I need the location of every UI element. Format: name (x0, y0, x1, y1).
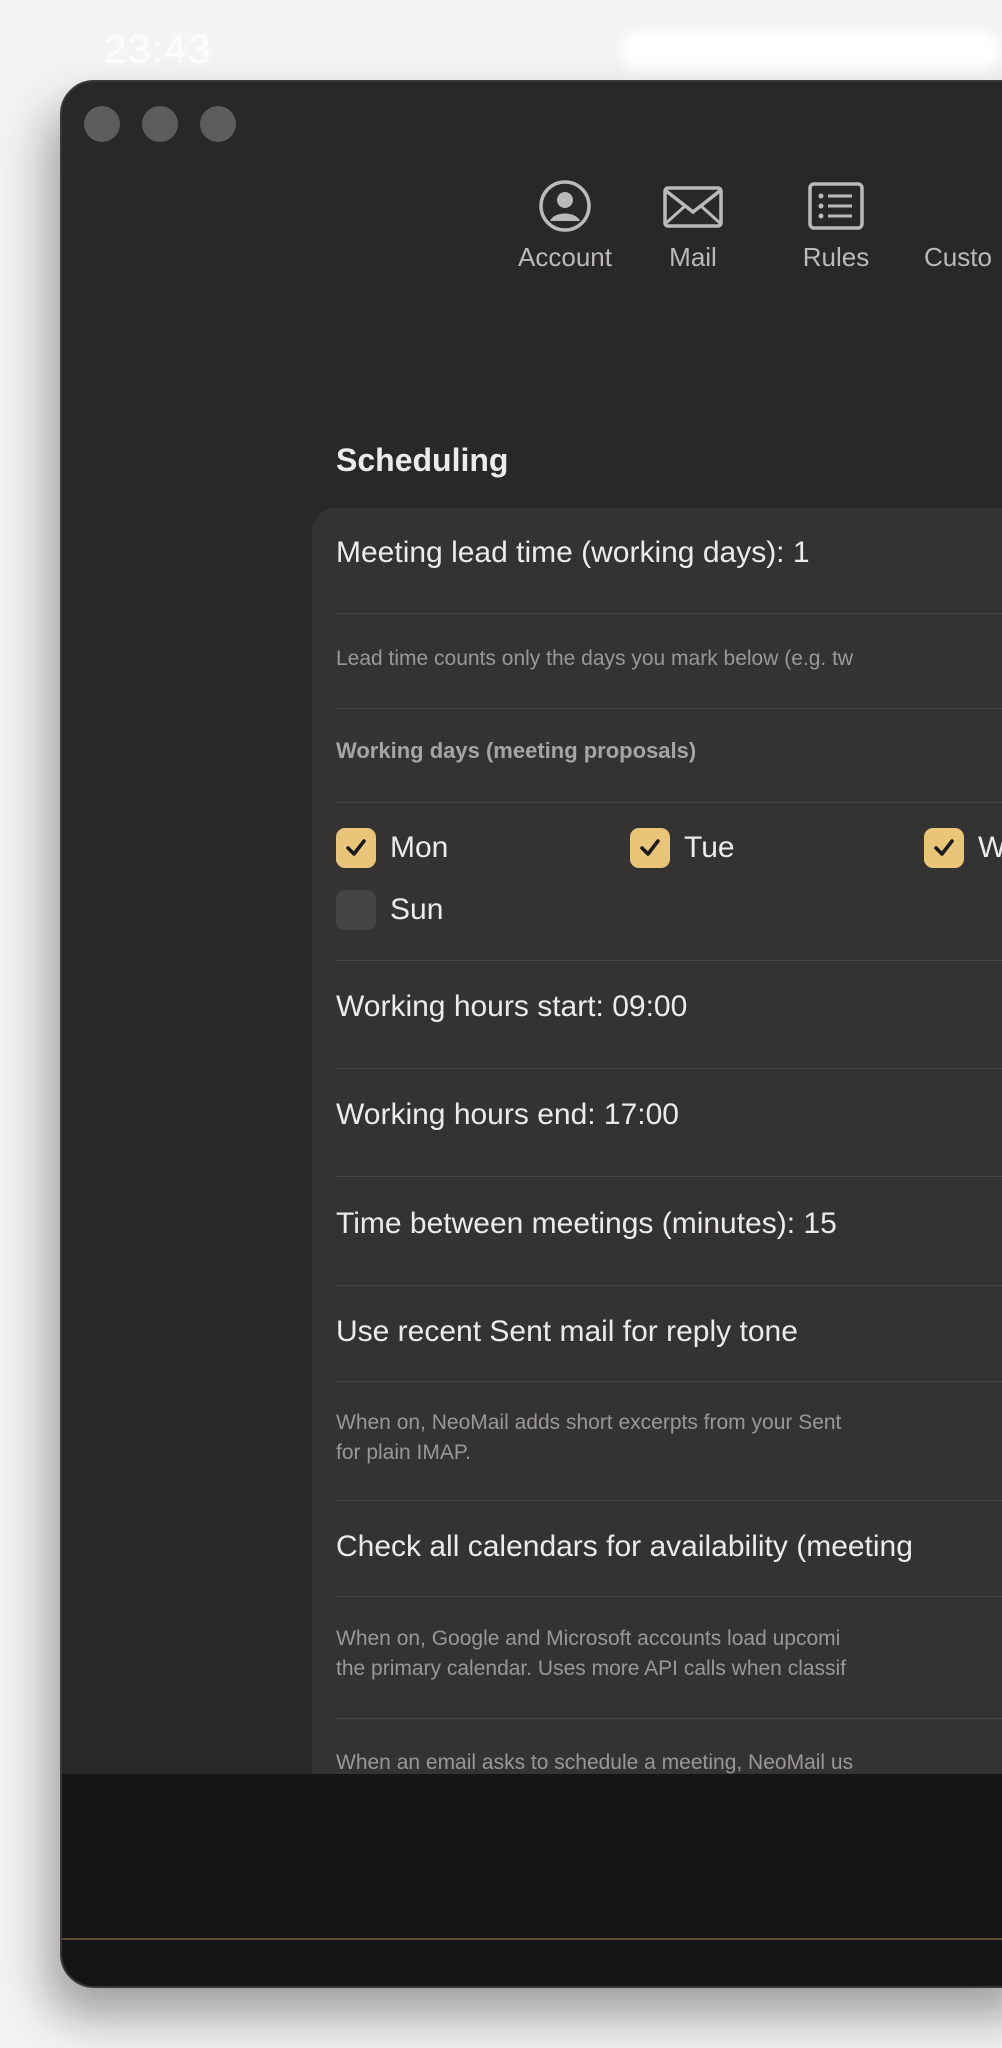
divider (336, 802, 1002, 803)
divider (336, 1176, 1002, 1177)
divider (336, 1500, 1002, 1501)
divider (336, 1596, 1002, 1597)
day-mon[interactable]: Mon (336, 828, 448, 868)
lead-time-setting[interactable]: Meeting lead time (working days): 1 (336, 536, 1002, 570)
checkbox-wed[interactable] (924, 828, 964, 868)
working-days-header: Working days (meeting proposals) (336, 738, 697, 763)
divider (336, 1285, 1002, 1286)
checkbox-sun[interactable] (336, 890, 376, 930)
titlebar: Account Mail Rules Custo (62, 82, 1002, 298)
check-calendars-setting[interactable]: Check all calendars for availability (me… (336, 1530, 1002, 1564)
day-tue[interactable]: Tue (630, 828, 735, 868)
checkmark-icon (346, 839, 366, 856)
sent-mail-note-line: for plain IMAP. (336, 1441, 472, 1464)
person-circle-icon (539, 180, 591, 232)
time-between-setting[interactable]: Time between meetings (minutes): 15 (336, 1207, 1002, 1241)
toolbar-rules[interactable]: Rules (786, 178, 886, 273)
sent-mail-note: When on, NeoMail adds short excerpts fro… (336, 1408, 1002, 1468)
calendars-note-line: the primary calendar. Uses more API call… (336, 1657, 847, 1680)
divider (336, 708, 1002, 709)
status-bar-redaction (620, 30, 1000, 72)
settings-window: Account Mail Rules Custo Scheduling Meet… (60, 80, 1002, 1988)
divider (336, 960, 1002, 961)
divider (336, 1068, 1002, 1069)
settings-content: Scheduling Meeting lead time (working da… (62, 298, 1002, 1804)
divider (336, 1718, 1002, 1719)
hours-end-setting[interactable]: Working hours end: 17:00 (336, 1098, 1002, 1132)
status-time: 23:43 (104, 26, 212, 72)
toolbar-account[interactable]: Account (495, 178, 635, 273)
close-window-button[interactable] (84, 106, 120, 142)
checkbox-mon[interactable] (336, 828, 376, 868)
day-label: Tue (684, 831, 735, 864)
lead-time-note: Lead time counts only the days you mark … (336, 647, 854, 670)
section-title: Scheduling (336, 442, 509, 478)
sent-mail-tone-setting[interactable]: Use recent Sent mail for reply tone (336, 1315, 1002, 1349)
toolbar-mail[interactable]: Mail (643, 178, 743, 273)
checkbox-tue[interactable] (630, 828, 670, 868)
toolbar-rules-label: Rules (802, 242, 870, 272)
day-label: W (978, 831, 1002, 865)
toolbar-customize[interactable]: Custo (924, 178, 1002, 273)
divider (336, 613, 1002, 614)
day-wed[interactable]: W (924, 828, 1002, 868)
divider (336, 1381, 1002, 1382)
day-label: Sun (390, 893, 444, 926)
scheduling-card: Meeting lead time (working days): 1 Lead… (312, 508, 1002, 1804)
footer-divider (62, 1938, 1002, 1940)
toolbar-mail-label: Mail (669, 242, 717, 272)
envelope-icon (663, 186, 723, 228)
day-sun[interactable]: Sun (336, 890, 443, 930)
screenshot: 23:43 Account Mail Rules Custo Schedulin… (0, 0, 1002, 2048)
list-icon (808, 182, 864, 230)
day-label: Mon (390, 831, 449, 864)
footer-band (62, 1774, 1002, 1986)
toolbar-customize-label: Custo (924, 242, 992, 272)
calendars-note-line: When on, Google and Microsoft accounts l… (336, 1627, 841, 1650)
sent-mail-note-line: When on, NeoMail adds short excerpts fro… (336, 1411, 842, 1434)
toolbar-account-label: Account (518, 242, 612, 272)
checkmark-icon (640, 839, 660, 856)
minimize-window-button[interactable] (142, 106, 178, 142)
hours-start-setting[interactable]: Working hours start: 09:00 (336, 990, 1002, 1024)
checkmark-icon (934, 839, 954, 856)
zoom-window-button[interactable] (200, 106, 236, 142)
calendars-note: When on, Google and Microsoft accounts l… (336, 1624, 1002, 1684)
